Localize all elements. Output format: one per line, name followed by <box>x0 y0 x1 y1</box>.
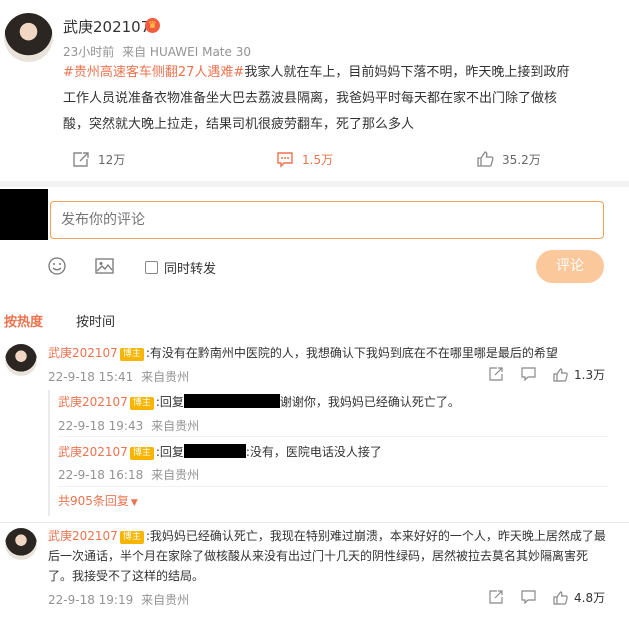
comment-meta: 22-9-18 19:19 来自贵州 <box>48 591 189 608</box>
comment-like-count: 4.8万 <box>574 591 606 605</box>
divider <box>0 181 629 187</box>
reply-item: 武庚202107 博主:回复 谢谢你，我妈妈已经确认死亡了。 <box>58 394 460 410</box>
user-avatar <box>0 189 48 240</box>
more-replies-link[interactable]: 共905条回复 ▼ <box>58 492 138 509</box>
reply-prefix: 回复 <box>159 395 184 409</box>
comment-text-line-2: 后一次通话，半个月在家除了做核酸从来没有出过门十几天的阴性绿码，居然被拉去莫名其… <box>48 549 589 563</box>
repost-checkbox[interactable] <box>145 261 158 274</box>
post-text-line-3: 酸，突然就大晚上拉走，结果司机很疲劳翻车，死了那么多人 <box>63 117 415 132</box>
tab-time[interactable]: 按时间 <box>76 311 115 330</box>
comment-like-count: 1.3万 <box>574 368 606 382</box>
blogger-badge: 博主 <box>119 531 144 544</box>
comment-reply-icon[interactable] <box>521 590 536 604</box>
more-replies-label: 共905条回复 <box>58 494 129 508</box>
comment-avatar[interactable] <box>5 344 37 376</box>
comment-avatar[interactable] <box>5 528 37 560</box>
comment-text-line-3: 了。我接受不了这样的结局。 <box>48 569 205 583</box>
divider <box>0 522 629 523</box>
reply-time: 22-9-18 19:43 <box>58 419 144 433</box>
repost-toggle[interactable]: 同时转发 <box>145 258 216 277</box>
comment-like-action[interactable]: 4.8万 <box>553 589 605 606</box>
reply-text: 谢谢你，我妈妈已经确认死亡了。 <box>279 395 460 409</box>
comment-icon <box>276 151 294 168</box>
reply-meta: 22-9-18 16:18 来自贵州 <box>58 466 199 483</box>
submit-comment-button[interactable]: 评论 <box>536 250 604 283</box>
thumbs-up-icon <box>553 590 568 605</box>
reply-thread: 武庚202107 博主:回复 谢谢你，我妈妈已经确认死亡了。 22-9-18 19:… <box>48 390 608 516</box>
post-text-line-2: 工作人员说准备衣物准备坐大巴去荔波县隔离，我爸妈平时每天都在家不出门除了做核 <box>63 91 558 106</box>
tab-hot[interactable]: 按热度 <box>4 311 43 330</box>
redacted-username <box>183 394 280 408</box>
comment-body: 武庚202107 博主:我妈妈已经确认死亡，我现在特别难过崩溃，本来好好的一个人，… <box>48 526 618 586</box>
like-action[interactable]: 35.2万 <box>476 151 541 168</box>
comment-input[interactable] <box>51 202 603 238</box>
post-source: 来自 HUAWEI Mate 30 <box>122 45 251 59</box>
repost-count: 12万 <box>98 153 126 167</box>
thumbs-up-icon <box>476 151 494 168</box>
comment-username[interactable]: 武庚202107 <box>48 529 118 543</box>
vip-icon: ♛ <box>145 18 160 33</box>
post-meta: 23小时前 来自 HUAWEI Mate 30 <box>63 43 251 60</box>
comment-source: 来自贵州 <box>141 370 190 384</box>
comment-like-action[interactable]: 1.3万 <box>553 366 605 383</box>
reply-meta: 22-9-18 19:43 来自贵州 <box>58 417 199 434</box>
repost-icon <box>72 151 90 168</box>
topic-link[interactable]: #贵州高速客车侧翻27人遇难# <box>63 65 244 80</box>
chevron-down-icon: ▼ <box>130 498 138 508</box>
reply-source: 来自贵州 <box>151 419 200 433</box>
repost-toggle-label: 同时转发 <box>164 262 217 277</box>
reply-prefix: 回复 <box>159 445 184 459</box>
comment-repost-icon[interactable] <box>489 590 504 604</box>
comment-repost-icon[interactable] <box>489 367 504 381</box>
reply-username[interactable]: 武庚202107 <box>58 445 128 459</box>
reply-source: 来自贵州 <box>151 468 200 482</box>
comment-body: 武庚202107 博主:有没有在黔南州中医院的人，我想确认下我妈到底在不在哪里哪是… <box>48 346 558 361</box>
comment-time: 22-9-18 19:19 <box>48 593 134 607</box>
comment-count: 1.5万 <box>302 153 334 167</box>
divider <box>58 486 608 487</box>
comment-input-box[interactable] <box>50 201 604 239</box>
like-count: 35.2万 <box>502 153 541 167</box>
blogger-badge: 博主 <box>129 397 154 410</box>
post-username[interactable]: 武庚202107 <box>63 16 150 37</box>
post-time: 23小时前 <box>63 45 115 59</box>
comment-username[interactable]: 武庚202107 <box>48 346 118 360</box>
comment-time: 22-9-18 15:41 <box>48 370 134 384</box>
reply-time: 22-9-18 16:18 <box>58 468 144 482</box>
comment-reply-icon[interactable] <box>521 367 536 381</box>
comment-meta: 22-9-18 15:41 来自贵州 <box>48 368 189 385</box>
divider <box>58 436 608 437</box>
redacted-username <box>183 444 246 458</box>
image-icon[interactable] <box>95 257 114 275</box>
blogger-badge: 博主 <box>129 447 154 460</box>
post-avatar[interactable] <box>4 13 53 62</box>
comment-source: 来自贵州 <box>141 593 190 607</box>
reply-username[interactable]: 武庚202107 <box>58 395 128 409</box>
post-body: #贵州高速客车侧翻27人遇难#我家人就在车上，目前妈妈下落不明，昨天晚上接到政府… <box>63 60 623 138</box>
repost-action[interactable]: 12万 <box>72 151 125 168</box>
emoji-icon[interactable] <box>48 257 66 275</box>
thumbs-up-icon <box>553 367 568 382</box>
comment-text-line-1: 我妈妈已经确认死亡，我现在特别难过崩溃，本来好好的一个人，昨天晚上居然成了最 <box>149 529 606 543</box>
comment-text: 有没有在黔南州中医院的人，我想确认下我妈到底在不在哪里哪是最后的希望 <box>149 346 558 360</box>
blogger-badge: 博主 <box>119 348 144 361</box>
comment-action[interactable]: 1.5万 <box>276 151 333 168</box>
reply-text: :没有，医院电话没人接了 <box>245 445 382 459</box>
post-text-line-1: 我家人就在车上，目前妈妈下落不明，昨天晚上接到政府 <box>244 65 570 80</box>
reply-item: 武庚202107 博主:回复:没有，医院电话没人接了 <box>58 444 382 460</box>
